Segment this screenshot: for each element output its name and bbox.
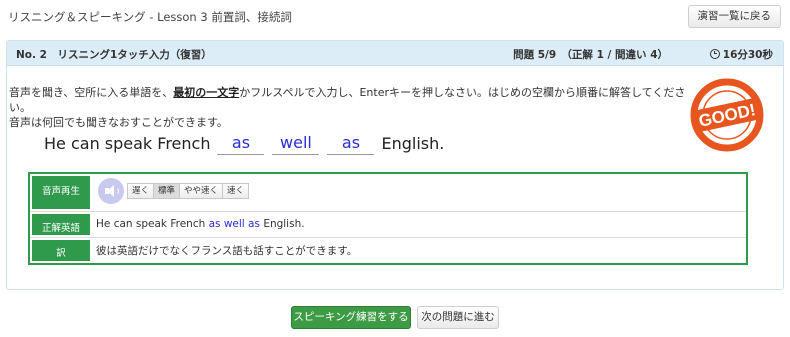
panel-header: No. 2 リスニング1タッチ入力（復習） 問題 5/9 （正解 1 / 間違い… xyxy=(7,41,783,66)
sentence-end: English. xyxy=(381,134,445,153)
translation-text: 彼は英語だけでなくフランス語も話すことができます。 xyxy=(96,245,358,257)
page-title: リスニング＆スピーキング - Lesson 3 前置詞、接続詞 xyxy=(8,10,292,24)
instruction-line-1: 音声を聞き、空所に入る単語を、最初の一文字かフルスペルで入力し、Enterキーを… xyxy=(9,85,699,115)
good-stamp-icon: GOOD! xyxy=(690,78,764,152)
speed-fastish-button[interactable]: やや速く xyxy=(179,183,224,199)
speaking-practice-button[interactable]: スピーキング練習をする xyxy=(291,306,411,329)
answer-info-box: 音声再生 遅く 標準 やや速く 速く 正解英語 He can speak Fre… xyxy=(28,172,748,265)
instruction-emphasis: 最初の一文字 xyxy=(173,86,240,99)
answer-label: 正解英語 xyxy=(32,214,90,235)
blank-input-3[interactable]: as xyxy=(327,133,375,155)
translation-row: 訳 彼は英語だけでなくフランス語も話すことができます。 xyxy=(30,238,746,263)
audio-label: 音声再生 xyxy=(32,176,90,209)
instruction-line-2: 音声は何回でも聞きなおすことができます。 xyxy=(9,116,228,129)
answer-highlight: as well as xyxy=(208,218,260,230)
audio-row: 音声再生 遅く 標準 やや速く 速く xyxy=(30,174,746,212)
question-number: No. 2 リスニング1タッチ入力（復習） xyxy=(16,49,212,61)
instruction-text: 音声を聞き、空所に入る単語を、 xyxy=(9,86,174,99)
answer-text: He can speak French as well as English. xyxy=(96,218,305,230)
answer-row: 正解英語 He can speak French as well as Engl… xyxy=(30,212,746,238)
speaker-icon[interactable] xyxy=(98,178,124,204)
blank-input-1[interactable]: as xyxy=(217,133,265,155)
answer-post: English. xyxy=(263,218,305,230)
speed-normal-button[interactable]: 標準 xyxy=(153,183,181,199)
blank-input-2[interactable]: well xyxy=(272,133,320,155)
speed-fast-button[interactable]: 速く xyxy=(222,183,250,199)
speed-selector: 遅く 標準 やや速く 速く xyxy=(127,183,250,199)
progress-stats: 問題 5/9 （正解 1 / 間違い 4） xyxy=(513,49,668,61)
next-question-button[interactable]: 次の問題に進む xyxy=(417,306,499,329)
sentence-start: He can speak French xyxy=(44,134,211,153)
speed-slow-button[interactable]: 遅く xyxy=(127,183,155,199)
app-root: リスニング＆スピーキング - Lesson 3 前置詞、接続詞 演習一覧に戻る … xyxy=(0,0,790,337)
translation-label: 訳 xyxy=(32,240,90,261)
question-sentence: He can speak French as well as English. xyxy=(44,133,444,155)
timer: 16分30秒 xyxy=(709,47,773,62)
back-to-list-button[interactable]: 演習一覧に戻る xyxy=(687,5,781,28)
instructions: 音声を聞き、空所に入る単語を、最初の一文字かフルスペルで入力し、Enterキーを… xyxy=(9,85,699,130)
answer-pre: He can speak French xyxy=(96,218,206,230)
timer-value: 16分30秒 xyxy=(722,49,773,61)
clock-icon xyxy=(709,49,720,59)
